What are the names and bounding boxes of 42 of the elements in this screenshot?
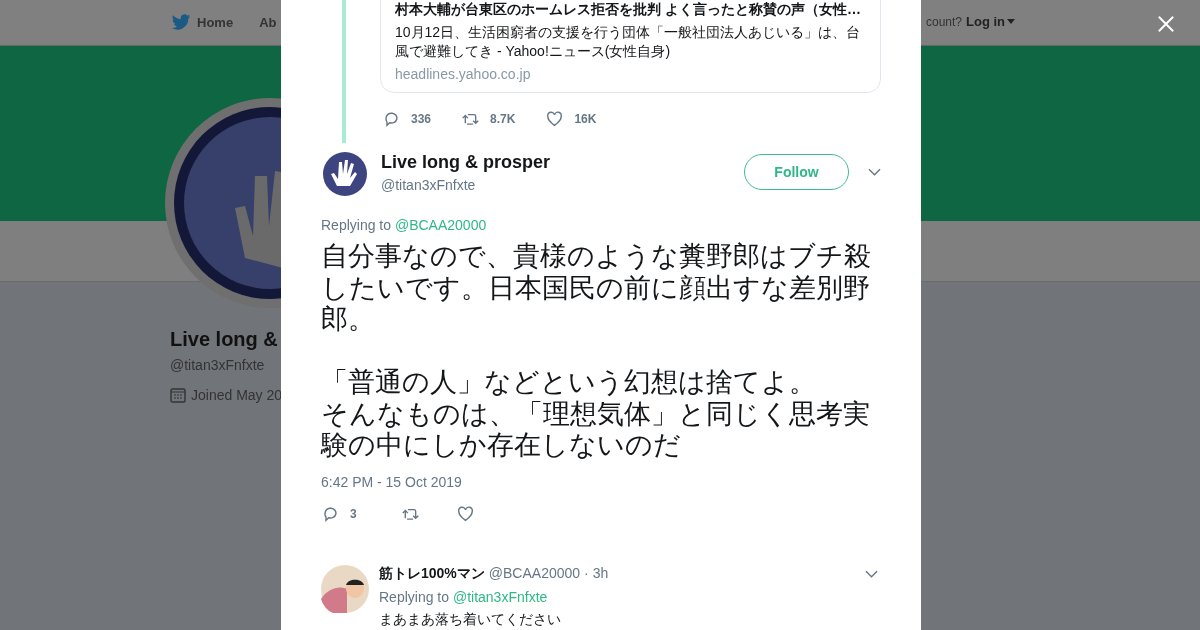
calendar-icon bbox=[170, 387, 186, 403]
reply-text: まあまあ落ち着いてください bbox=[379, 610, 562, 629]
user-avatar[interactable] bbox=[323, 152, 367, 196]
replying-to-text: Replying to @titan3xFnfxte bbox=[379, 588, 549, 605]
profile-name: Live long & bbox=[170, 328, 279, 351]
joined-date: Joined May 20 bbox=[191, 387, 283, 403]
close-icon[interactable] bbox=[1157, 15, 1175, 33]
reply-icon[interactable] bbox=[382, 110, 401, 128]
action-count: 3 bbox=[350, 506, 357, 521]
nav-link[interactable]: Home bbox=[197, 15, 234, 30]
bird-icon bbox=[171, 14, 191, 31]
chevron-icon[interactable] bbox=[865, 569, 878, 578]
reply-time[interactable]: · 3h bbox=[584, 564, 609, 581]
account-prompt: count? bbox=[925, 14, 962, 29]
heart-icon[interactable] bbox=[456, 504, 475, 523]
tweet-text: 自分事なので、貴様のような糞野郎はブチ殺したいです。日本国民の前に顔出すな差別野郎。 bbox=[321, 241, 872, 336]
user-name[interactable]: Live long & prosper bbox=[381, 152, 744, 173]
profile-handle: @titan3xFnfxte bbox=[170, 357, 266, 373]
link-card[interactable]: 村本大輔が台東区のホームレス拒否を批判 よく言ったと称賛の声（女性… 10月12日、生活困窮者の支援を行う団体「一般社団法人あじいる」は、台風で避難してき - Yahoo!ニュース(女性自身) headlines.yahoo.co.jp bbox=[380, 0, 881, 93]
tweet-text: 「普通の人」などという幻想は捨てよ。 bbox=[321, 367, 817, 399]
chevron-icon[interactable] bbox=[868, 168, 881, 176]
login-link[interactable]: Log in bbox=[966, 14, 1015, 29]
replying-to-text: Replying to @BCAA20000 bbox=[321, 217, 488, 233]
caret-icon[interactable] bbox=[1007, 19, 1015, 24]
mention-link[interactable]: @BCAA20000 bbox=[394, 217, 487, 233]
action-count: 8.7K bbox=[490, 112, 516, 126]
follow-button[interactable]: Follow bbox=[744, 154, 849, 190]
user-handle[interactable]: @titan3xFnfxte bbox=[381, 177, 744, 193]
card-title: 村本大輔が台東区のホームレス拒否を批判 よく言ったと称賛の声（女性… bbox=[395, 1, 862, 19]
heart-icon[interactable] bbox=[545, 110, 565, 128]
card-domain: headlines.yahoo.co.jp bbox=[395, 66, 532, 82]
action-count: 336 bbox=[411, 112, 432, 126]
tweet-timestamp: 6:42 PM - 15 Oct 2019 bbox=[321, 473, 463, 490]
action-count: 16K bbox=[574, 112, 597, 126]
tweet-text: そんなものは、「理想気体」と同じく思考実験の中にしか存在しないのだ bbox=[321, 398, 871, 462]
user-name[interactable]: 筋トレ100%マン bbox=[379, 564, 485, 583]
nav-link[interactable]: Ab bbox=[259, 15, 277, 30]
user-avatar[interactable] bbox=[321, 564, 369, 613]
card-description: 10月12日、生活困窮者の支援を行う団体「一般社団法人あじいる」は、台風で避難してき - Yahoo!ニュース(女性自身) bbox=[395, 23, 862, 61]
reply-icon[interactable] bbox=[321, 504, 340, 523]
mention-link[interactable]: @titan3xFnfxte bbox=[452, 588, 548, 605]
user-handle[interactable]: @BCAA20000 bbox=[488, 564, 581, 581]
